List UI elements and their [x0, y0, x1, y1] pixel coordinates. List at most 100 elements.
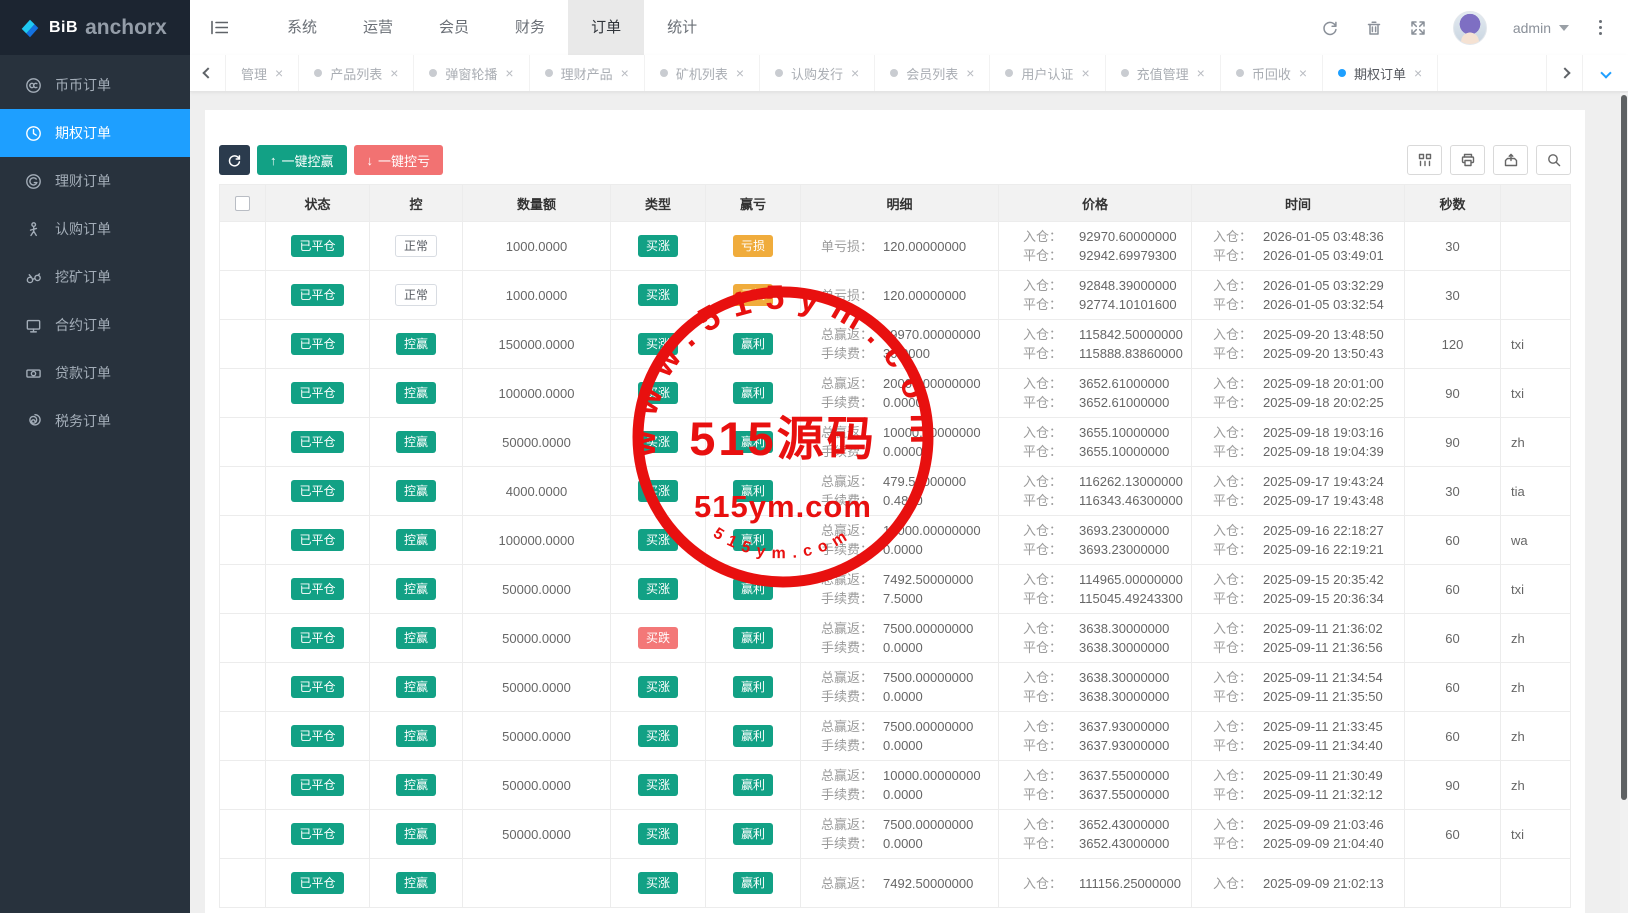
nav-item-stats[interactable]: 统计 [644, 0, 720, 55]
control-button[interactable]: 控赢 [396, 529, 436, 551]
detail-label: 总赢返： [821, 570, 883, 589]
fullscreen-icon[interactable] [1409, 19, 1427, 37]
tab-close-icon[interactable]: × [275, 66, 283, 80]
control-button[interactable]: 控赢 [396, 774, 436, 796]
tab-6[interactable]: 会员列表× [875, 55, 990, 91]
control-button[interactable]: 控赢 [396, 382, 436, 404]
tabs-scroll-left-icon[interactable] [190, 55, 226, 91]
tab-8[interactable]: 充值管理× [1106, 55, 1221, 91]
nav-item-order[interactable]: 订单 [568, 0, 644, 55]
control-button[interactable]: 控赢 [396, 823, 436, 845]
control-button[interactable]: 控赢 [396, 725, 436, 747]
page-scrollbar-thumb[interactable] [1621, 95, 1627, 800]
tab-label: 产品列表 [330, 64, 382, 83]
type-badge: 买涨 [638, 676, 678, 698]
search-zoom-icon[interactable] [1536, 145, 1571, 175]
trash-icon[interactable] [1365, 19, 1383, 37]
tab-9[interactable]: 币回收× [1221, 55, 1323, 91]
time-label: 入仓： [1213, 874, 1263, 893]
tabs-dropdown-icon[interactable] [1582, 55, 1628, 91]
time-value: 2026-01-05 03:32:29 [1263, 276, 1384, 295]
price-value: 3655.10000000 [1079, 423, 1169, 442]
tab-close-icon[interactable]: × [736, 66, 744, 80]
control-button[interactable]: 正常 [395, 284, 437, 306]
sidebar-item-mining-orders[interactable]: 挖矿订单 [0, 253, 190, 301]
sidebar-item-loan-orders[interactable]: 贷款订单 [0, 349, 190, 397]
user-menu[interactable]: admin [1513, 20, 1569, 36]
tab-4[interactable]: 矿机列表× [645, 55, 760, 91]
price-label: 入仓： [1023, 619, 1079, 638]
seconds-cell: 120 [1405, 320, 1501, 368]
table-refresh-button[interactable] [219, 145, 250, 175]
sidebar-menu: 币币订单期权订单理财订单认购订单挖矿订单合约订单贷款订单税务订单 [0, 55, 190, 445]
sidebar-item-tax-orders[interactable]: 税务订单 [0, 397, 190, 445]
tab-7[interactable]: 用户认证 × [990, 55, 1105, 91]
result-cell: 赢利 [706, 369, 801, 417]
result-cell: 赢利 [706, 565, 801, 613]
control-button[interactable]: 控赢 [396, 333, 436, 355]
avatar[interactable] [1453, 11, 1487, 45]
control-cell: 控赢 [370, 712, 463, 760]
print-icon[interactable] [1450, 145, 1485, 175]
time-value: 2025-09-11 21:32:12 [1263, 785, 1383, 804]
tab-close-icon[interactable]: × [390, 66, 398, 80]
nav-item-operation[interactable]: 运营 [340, 0, 416, 55]
sidebar-item-subscribe-orders[interactable]: 认购订单 [0, 205, 190, 253]
tab-close-icon[interactable]: × [1197, 66, 1205, 80]
tab-0[interactable]: 管理 × [226, 55, 299, 91]
tab-close-icon[interactable]: × [1414, 66, 1422, 80]
refresh-icon[interactable] [1321, 19, 1339, 37]
detail-cell: 总赢返：10000.00000000手续费：0.0000 [801, 418, 999, 466]
table-row: 已平仓控赢50000.0000买涨赢利总赢返：7500.00000000手续费：… [220, 712, 1570, 761]
control-cell: 控赢 [370, 614, 463, 662]
tab-label: 用户认证 [1021, 64, 1073, 83]
control-button[interactable]: 控赢 [396, 627, 436, 649]
tab-label: 管理 [241, 64, 267, 83]
detail-cell: 总赢返：29970.00000000手续费：30.0000 [801, 320, 999, 368]
more-options-icon[interactable] [1595, 16, 1606, 39]
force-lose-button[interactable]: ↓ 一键控亏 [354, 145, 444, 175]
seconds-cell: 30 [1405, 271, 1501, 319]
user-cell: wa [1501, 516, 1570, 564]
nav-item-system[interactable]: 系统 [264, 0, 340, 55]
time-cell: 入仓：2025-09-17 19:43:24平仓：2025-09-17 19:4… [1192, 467, 1405, 515]
time-value: 2025-09-18 20:02:25 [1263, 393, 1384, 412]
tabs-scroll-right-icon[interactable] [1546, 55, 1582, 91]
detail-label: 总赢返： [821, 815, 883, 834]
tab-close-icon[interactable]: × [1299, 66, 1307, 80]
tab-3[interactable]: 理财产品× [530, 55, 645, 91]
control-button[interactable]: 控赢 [396, 872, 436, 894]
tab-1[interactable]: 产品列表 × [299, 55, 414, 91]
collapse-sidebar-icon[interactable] [190, 0, 246, 55]
tab-10[interactable]: 期权订单× [1323, 55, 1438, 91]
tab-status-dot [660, 69, 668, 77]
control-button[interactable]: 正常 [395, 235, 437, 257]
time-cell: 入仓：2025-09-11 21:33:45平仓：2025-09-11 21:3… [1192, 712, 1405, 760]
tab-close-icon[interactable]: × [1081, 66, 1089, 80]
time-value: 2025-09-11 21:36:02 [1263, 619, 1383, 638]
user-cell: zh [1501, 761, 1570, 809]
tab-close-icon[interactable]: × [851, 66, 859, 80]
user-cell: tia [1501, 467, 1570, 515]
nav-item-finance[interactable]: 财务 [492, 0, 568, 55]
control-button[interactable]: 控赢 [396, 480, 436, 502]
tab-close-icon[interactable]: × [966, 66, 974, 80]
time-label: 入仓： [1213, 815, 1263, 834]
tab-2[interactable]: 弹窗轮播× [414, 55, 529, 91]
tab-close-icon[interactable]: × [505, 66, 513, 80]
control-button[interactable]: 控赢 [396, 431, 436, 453]
sidebar-item-option-orders[interactable]: 期权订单 [0, 109, 190, 157]
columns-toggle-icon[interactable] [1407, 145, 1442, 175]
control-button[interactable]: 控赢 [396, 578, 436, 600]
sidebar-item-contract-orders[interactable]: 合约订单 [0, 301, 190, 349]
select-all-checkbox[interactable] [235, 196, 250, 211]
seconds-cell: 60 [1405, 663, 1501, 711]
tab-5[interactable]: 认购发行× [760, 55, 875, 91]
sidebar-item-coin-orders[interactable]: 币币订单 [0, 61, 190, 109]
control-button[interactable]: 控赢 [396, 676, 436, 698]
sidebar-item-wealth-orders[interactable]: 理财订单 [0, 157, 190, 205]
export-icon[interactable] [1493, 145, 1528, 175]
tab-close-icon[interactable]: × [621, 66, 629, 80]
nav-item-member[interactable]: 会员 [416, 0, 492, 55]
force-win-button[interactable]: ↑ 一键控赢 [257, 145, 347, 175]
